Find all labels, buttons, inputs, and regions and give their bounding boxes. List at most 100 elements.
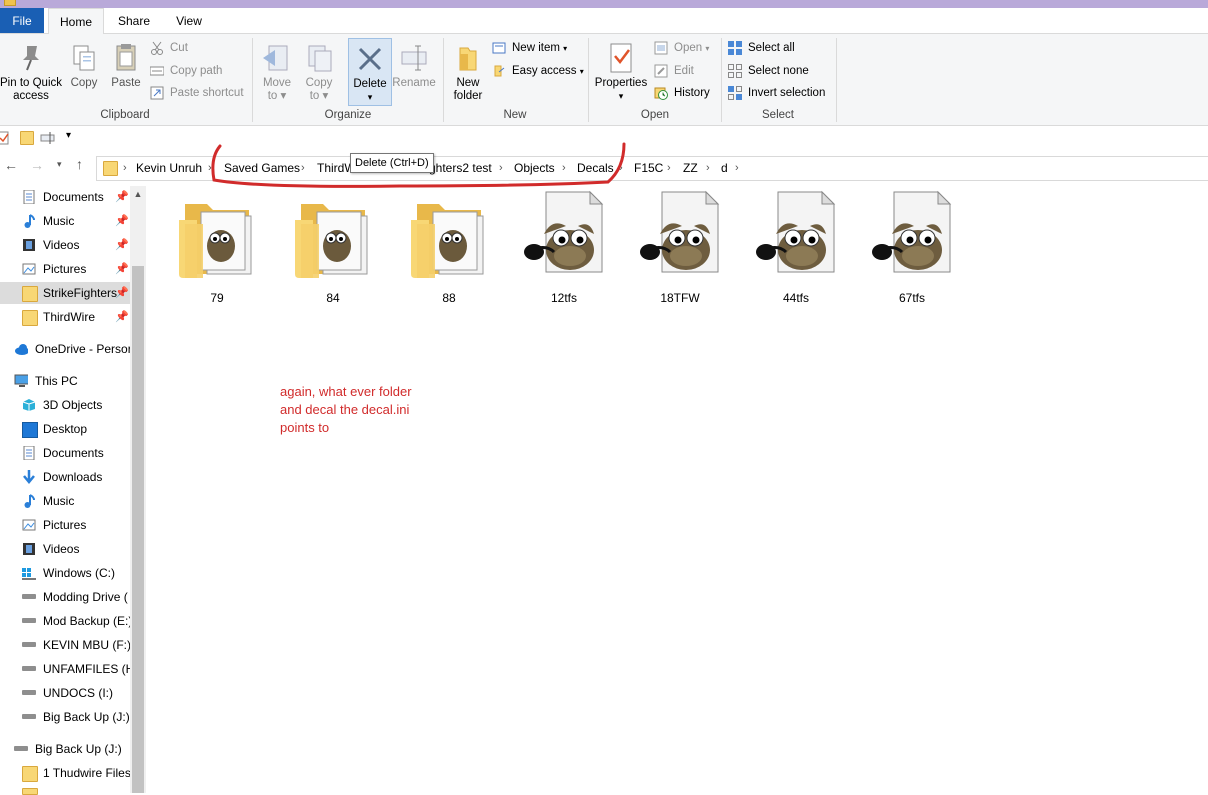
select-none-button[interactable]: Select none bbox=[728, 62, 809, 80]
file-item-image[interactable]: 18TFW bbox=[630, 188, 730, 308]
easy-access-button[interactable]: Easy access ▾ bbox=[492, 62, 584, 80]
properties-dropdown-chevron[interactable]: ▾ bbox=[592, 90, 650, 103]
breadcrumb-d[interactable]: d bbox=[721, 157, 728, 180]
delete-button[interactable]: Delete ▾ bbox=[348, 38, 392, 106]
nav-pc-downloads[interactable]: Downloads bbox=[0, 466, 130, 488]
nav-pc-videos[interactable]: Videos bbox=[0, 538, 130, 560]
up-arrow-icon[interactable]: ↑ bbox=[76, 156, 83, 172]
folder-icon bbox=[409, 190, 489, 282]
nav-this-pc[interactable]: This PC bbox=[0, 370, 130, 392]
rename-icon[interactable] bbox=[40, 131, 56, 145]
nav-thudwire-files[interactable]: 1 Thudwire Files bbox=[0, 762, 130, 784]
file-item-image[interactable]: 67tfs bbox=[862, 188, 962, 308]
desktop-icon bbox=[22, 422, 38, 438]
customize-qat-chevron-icon[interactable]: ▾ bbox=[66, 130, 71, 141]
breadcrumb-separator[interactable]: › bbox=[735, 157, 739, 180]
recent-locations-chevron-icon[interactable]: ▾ bbox=[57, 159, 62, 170]
open-button[interactable]: Open ▾ bbox=[654, 39, 709, 57]
delete-dropdown-chevron[interactable]: ▾ bbox=[349, 91, 391, 104]
copy-button[interactable]: Copy bbox=[66, 42, 102, 90]
tab-view[interactable]: View bbox=[164, 8, 214, 33]
pin-to-quick-access-button[interactable]: Pin to Quick access bbox=[0, 42, 62, 103]
nav-pc-unfamfiles[interactable]: UNFAMFILES (H: bbox=[0, 658, 130, 680]
file-label: 79 bbox=[210, 291, 224, 305]
pin-icon[interactable]: 📌 bbox=[115, 234, 129, 256]
organize-group-label: Organize bbox=[324, 109, 372, 121]
cut-button[interactable]: Cut bbox=[150, 39, 188, 57]
forward-arrow-icon[interactable]: → bbox=[30, 157, 44, 173]
nav-pc-windows-c[interactable]: Windows (C:) bbox=[0, 562, 130, 584]
breadcrumb-separator[interactable]: › bbox=[123, 157, 127, 180]
nav-quick-music[interactable]: Music 📌 bbox=[0, 210, 130, 232]
nav-pc-3d-objects[interactable]: 3D Objects bbox=[0, 394, 130, 416]
nav-label: Videos bbox=[43, 542, 80, 556]
invert-selection-button[interactable]: Invert selection bbox=[728, 84, 825, 102]
nav-quick-pictures[interactable]: Pictures 📌 bbox=[0, 258, 130, 280]
pin-label-line2: access bbox=[13, 90, 49, 102]
breadcrumb-separator[interactable]: › bbox=[667, 157, 671, 180]
nav-quick-strikefighters[interactable]: StrikeFighters 📌 bbox=[0, 282, 130, 304]
copy-path-button[interactable]: Copy path bbox=[149, 62, 222, 80]
nav-onedrive[interactable]: OneDrive - Persor bbox=[0, 338, 130, 360]
back-arrow-icon[interactable]: ← bbox=[4, 157, 18, 173]
open-label: Open bbox=[674, 42, 703, 54]
nav-quick-thirdwire[interactable]: ThirdWire 📌 bbox=[0, 306, 130, 328]
documents-icon bbox=[23, 190, 35, 204]
new-folder-button[interactable]: New folder bbox=[448, 42, 488, 103]
paste-button[interactable]: Paste bbox=[106, 42, 146, 90]
new-item-button[interactable]: New item ▾ bbox=[492, 39, 567, 57]
navigation-pane: Documents 📌 Music 📌 Videos 📌 Pictures 📌 … bbox=[0, 186, 146, 795]
nav-pane-scrollbar[interactable]: ▲ bbox=[130, 186, 146, 793]
file-item-folder[interactable]: 88 bbox=[399, 188, 499, 308]
nav-pc-pictures[interactable]: Pictures bbox=[0, 514, 130, 536]
nav-quick-documents[interactable]: Documents 📌 bbox=[0, 186, 130, 208]
nav-pc-kevin-mbu[interactable]: KEVIN MBU (F:) bbox=[0, 634, 130, 656]
nav-pc-music[interactable]: Music bbox=[0, 490, 130, 512]
edit-button[interactable]: Edit bbox=[654, 62, 694, 80]
paste-shortcut-button[interactable]: Paste shortcut bbox=[150, 84, 244, 102]
pictures-icon bbox=[22, 263, 36, 275]
nav-pc-mod-backup[interactable]: Mod Backup (E:) bbox=[0, 610, 130, 632]
tab-file[interactable]: File bbox=[0, 8, 44, 33]
file-item-folder[interactable]: 84 bbox=[283, 188, 383, 308]
new-folder-icon[interactable] bbox=[20, 131, 34, 145]
pin-icon[interactable]: 📌 bbox=[115, 306, 129, 328]
nav-pc-modding-drive[interactable]: Modding Drive ( bbox=[0, 586, 130, 608]
breadcrumb-kevin-unruh[interactable]: Kevin Unruh bbox=[136, 157, 202, 180]
file-item-folder[interactable]: 79 bbox=[167, 188, 267, 308]
scrollbar-thumb[interactable] bbox=[132, 266, 144, 793]
move-to-icon bbox=[261, 42, 293, 74]
properties-check-icon[interactable] bbox=[0, 130, 12, 146]
pin-icon[interactable]: 📌 bbox=[115, 186, 129, 208]
drive-icon bbox=[22, 714, 36, 719]
properties-button[interactable]: Properties ▾ bbox=[592, 42, 650, 103]
nav-pc-undocs[interactable]: UNDOCS (I:) bbox=[0, 682, 130, 704]
copy-to-button[interactable]: Copy to ▾ bbox=[300, 42, 338, 103]
file-item-image[interactable]: 12tfs bbox=[514, 188, 614, 308]
file-item-image[interactable]: 44tfs bbox=[746, 188, 846, 308]
nav-big-back-up[interactable]: Big Back Up (J:) bbox=[0, 738, 130, 760]
nav-pc-big-back-up[interactable]: Big Back Up (J:) bbox=[0, 706, 130, 728]
pin-icon[interactable]: 📌 bbox=[115, 282, 129, 304]
move-to-button[interactable]: Move to ▾ bbox=[258, 42, 296, 103]
copy-to-icon bbox=[303, 42, 335, 74]
window-folder-icon bbox=[4, 0, 16, 6]
history-button[interactable]: History bbox=[654, 84, 710, 102]
rename-button[interactable]: Rename bbox=[392, 42, 436, 90]
select-all-button[interactable]: Select all bbox=[728, 39, 795, 57]
nav-pc-documents[interactable]: Documents bbox=[0, 442, 130, 464]
invert-selection-label: Invert selection bbox=[748, 87, 826, 99]
rename-icon bbox=[398, 42, 430, 74]
folder-icon bbox=[177, 190, 257, 282]
pin-icon[interactable]: 📌 bbox=[115, 210, 129, 232]
breadcrumb-zz[interactable]: ZZ bbox=[683, 157, 698, 180]
nav-quick-videos[interactable]: Videos 📌 bbox=[0, 234, 130, 256]
easy-access-label: Easy access bbox=[512, 65, 577, 77]
pin-icon[interactable]: 📌 bbox=[115, 258, 129, 280]
tab-share[interactable]: Share bbox=[108, 8, 160, 33]
tab-home[interactable]: Home bbox=[48, 8, 104, 34]
scroll-up-arrow-icon[interactable]: ▲ bbox=[130, 186, 146, 202]
breadcrumb-separator[interactable]: › bbox=[706, 157, 710, 180]
nav-pc-desktop[interactable]: Desktop bbox=[0, 418, 130, 440]
select-none-label: Select none bbox=[748, 65, 809, 77]
